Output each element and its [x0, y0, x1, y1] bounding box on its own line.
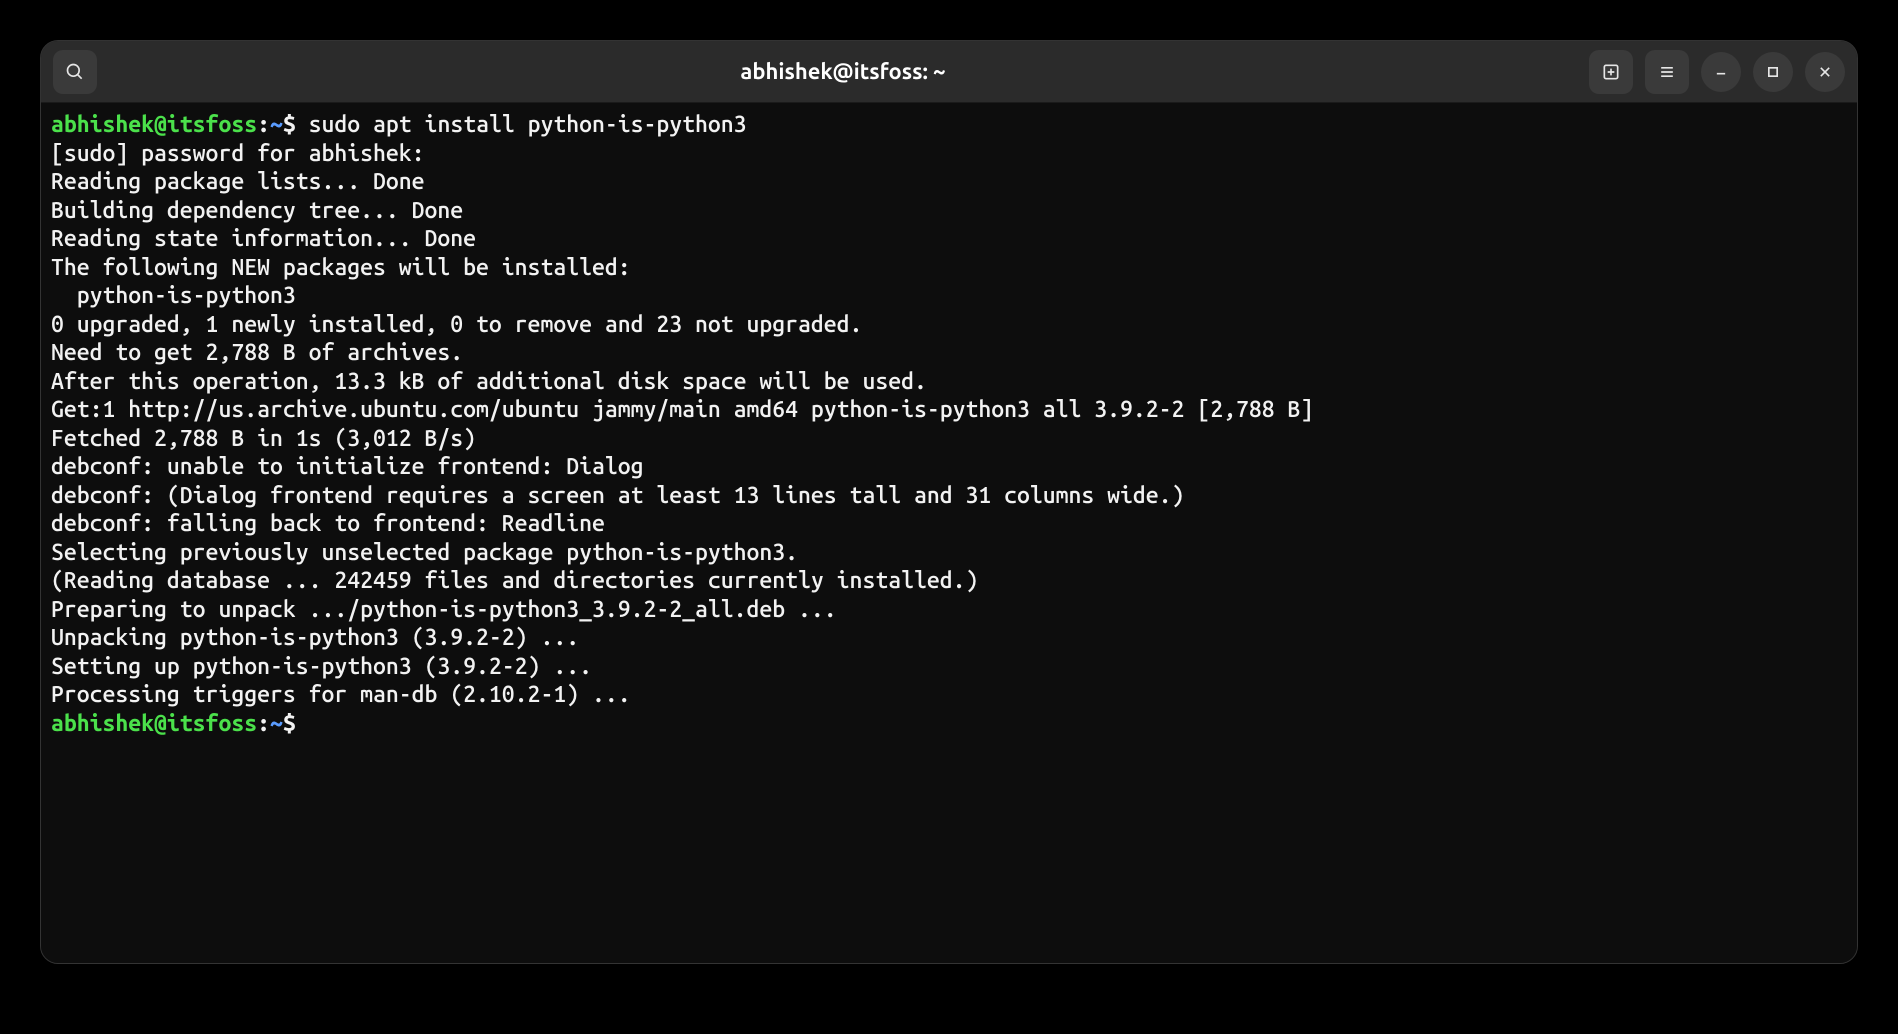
- output-line: The following NEW packages will be insta…: [51, 254, 1847, 283]
- prompt-sep1: :: [257, 112, 270, 137]
- prompt-path: ~: [270, 112, 283, 137]
- terminal-window: abhishek@itsfoss: ~ abhishek@itsfoss:~$ …: [40, 40, 1858, 964]
- new-tab-icon: [1601, 62, 1621, 82]
- maximize-button[interactable]: [1753, 52, 1793, 92]
- output-line: Processing triggers for man-db (2.10.2-1…: [51, 681, 1847, 710]
- prompt-sep1: :: [257, 711, 270, 736]
- command-text: sudo apt install python-is-python3: [309, 112, 747, 137]
- output-line: [sudo] password for abhishek:: [51, 140, 1847, 169]
- new-tab-button[interactable]: [1589, 50, 1633, 94]
- output-line: debconf: falling back to frontend: Readl…: [51, 510, 1847, 539]
- prompt-sep2: $: [283, 112, 309, 137]
- prompt-path: ~: [270, 711, 283, 736]
- output-line: Preparing to unpack .../python-is-python…: [51, 596, 1847, 625]
- output-line: debconf: unable to initialize frontend: …: [51, 453, 1847, 482]
- output-line: Building dependency tree... Done: [51, 197, 1847, 226]
- output-line: Need to get 2,788 B of archives.: [51, 339, 1847, 368]
- output-line: debconf: (Dialog frontend requires a scr…: [51, 482, 1847, 511]
- search-button[interactable]: [53, 50, 97, 94]
- maximize-icon: [1763, 62, 1783, 82]
- prompt-line-2: abhishek@itsfoss:~$: [51, 710, 1847, 739]
- output-line: Selecting previously unselected package …: [51, 539, 1847, 568]
- output-line: Fetched 2,788 B in 1s (3,012 B/s): [51, 425, 1847, 454]
- close-icon: [1815, 62, 1835, 82]
- output-line: After this operation, 13.3 kB of additio…: [51, 368, 1847, 397]
- output-line: Get:1 http://us.archive.ubuntu.com/ubunt…: [51, 396, 1847, 425]
- prompt-line: abhishek@itsfoss:~$ sudo apt install pyt…: [51, 111, 1847, 140]
- prompt-user-host: abhishek@itsfoss: [51, 112, 257, 137]
- hamburger-icon: [1657, 62, 1677, 82]
- search-icon: [65, 62, 85, 82]
- output-line: Reading state information... Done: [51, 225, 1847, 254]
- prompt-user-host: abhishek@itsfoss: [51, 711, 257, 736]
- titlebar: abhishek@itsfoss: ~: [41, 41, 1857, 103]
- close-button[interactable]: [1805, 52, 1845, 92]
- menu-button[interactable]: [1645, 50, 1689, 94]
- output-line: Setting up python-is-python3 (3.9.2-2) .…: [51, 653, 1847, 682]
- window-title: abhishek@itsfoss: ~: [97, 59, 1589, 84]
- output-line: (Reading database ... 242459 files and d…: [51, 567, 1847, 596]
- output-line: 0 upgraded, 1 newly installed, 0 to remo…: [51, 311, 1847, 340]
- output-line: Reading package lists... Done: [51, 168, 1847, 197]
- prompt-sep2: $: [283, 711, 309, 736]
- minimize-button[interactable]: [1701, 52, 1741, 92]
- terminal-body[interactable]: abhishek@itsfoss:~$ sudo apt install pyt…: [41, 103, 1857, 963]
- output-line: python-is-python3: [51, 282, 1847, 311]
- output-line: Unpacking python-is-python3 (3.9.2-2) ..…: [51, 624, 1847, 653]
- minimize-icon: [1711, 62, 1731, 82]
